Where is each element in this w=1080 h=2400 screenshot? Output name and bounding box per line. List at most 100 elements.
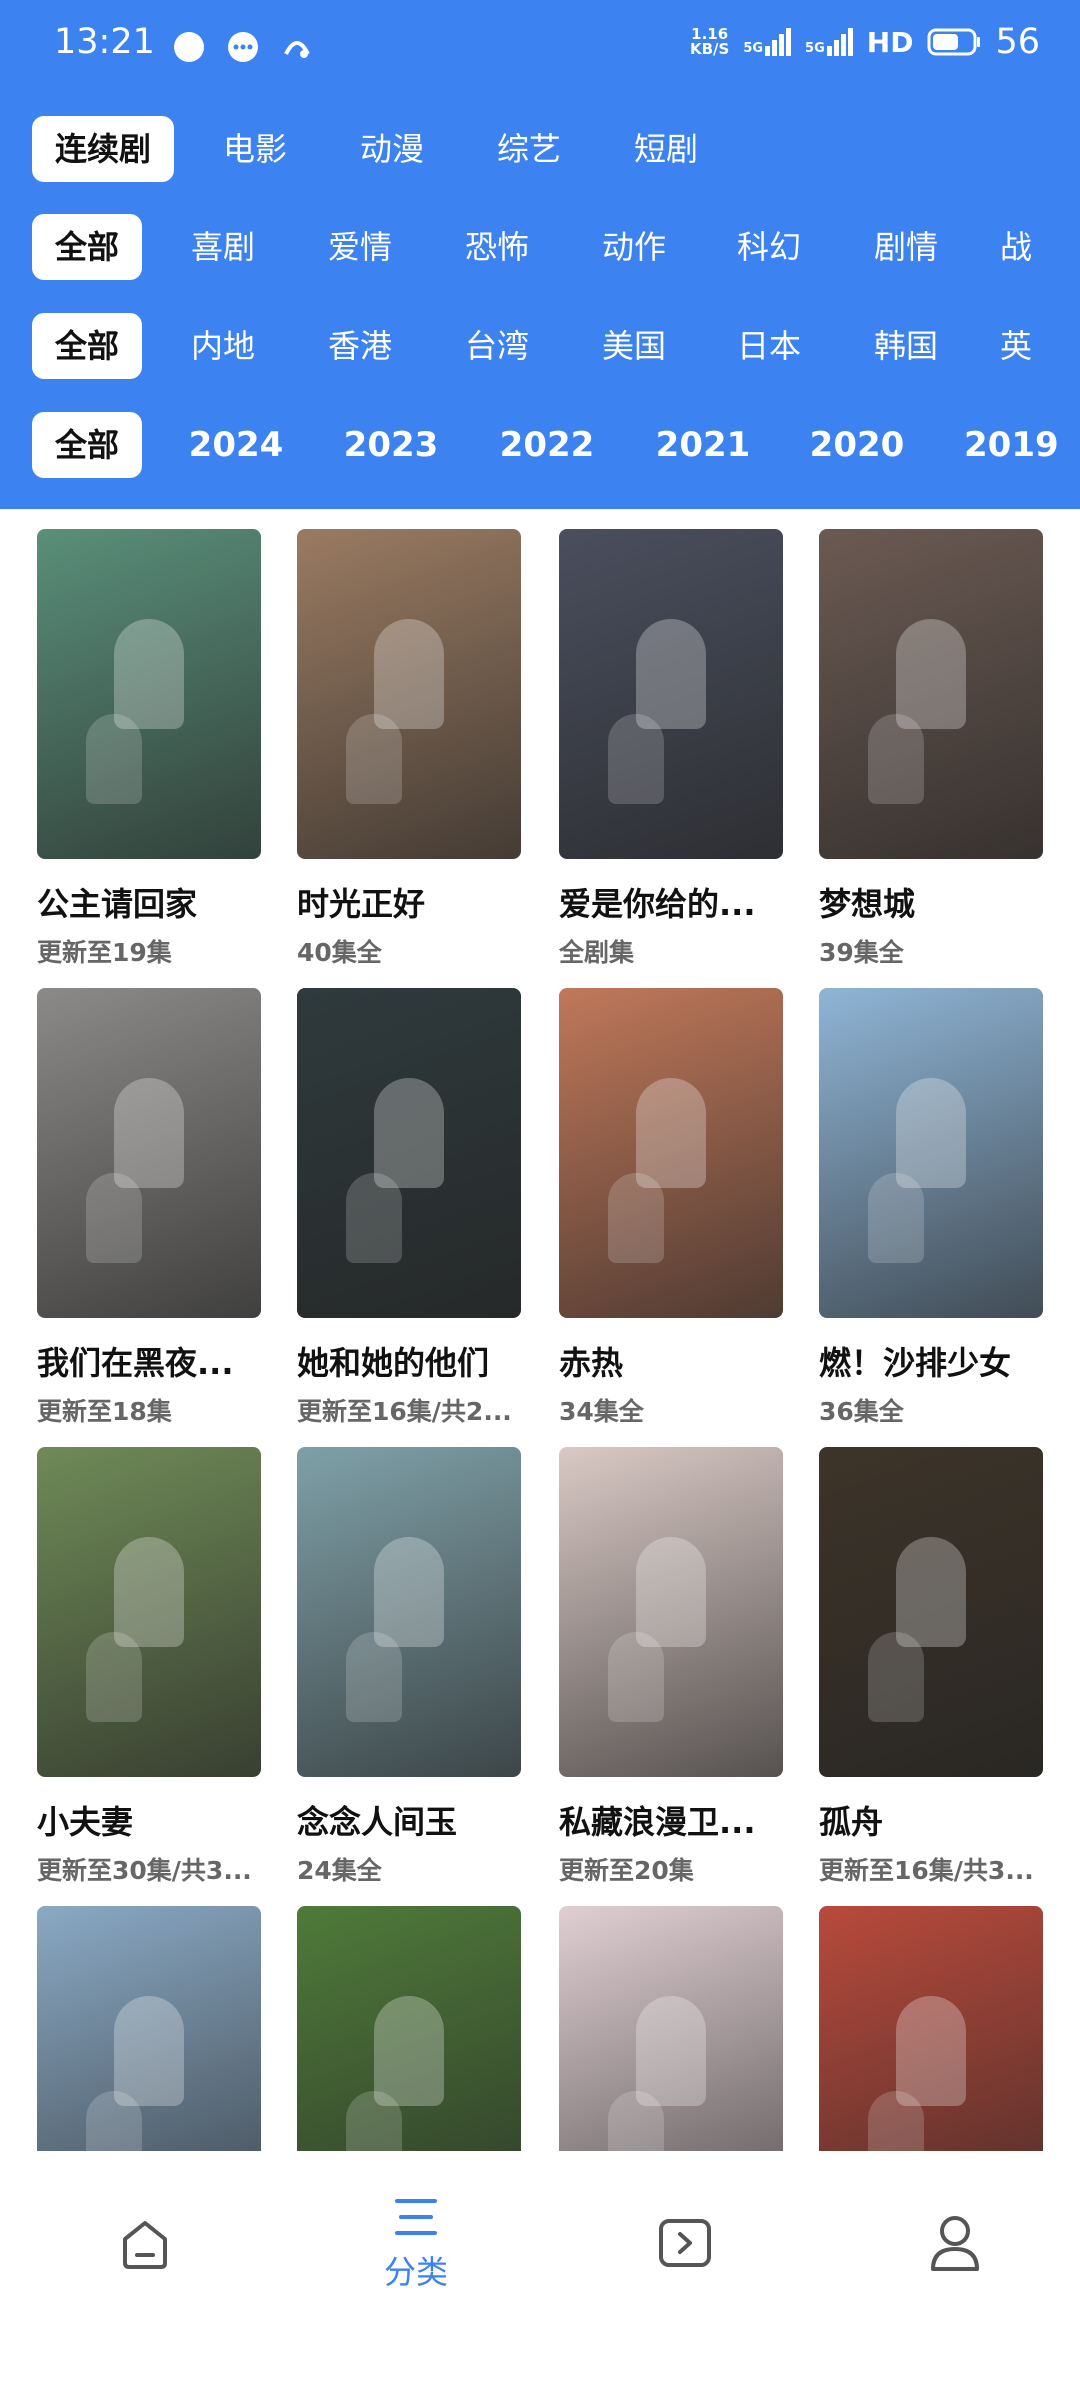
poster-figure	[374, 1537, 444, 1648]
poster-figure	[636, 1996, 706, 2107]
poster-figure	[636, 619, 706, 730]
poster-image[interactable]	[297, 988, 521, 1318]
poster-image[interactable]	[297, 1447, 521, 1777]
media-episode-status: 更新至16集/共2...	[297, 1397, 512, 1426]
region-uk[interactable]: 英	[1000, 313, 1060, 379]
genre-drama[interactable]: 剧情	[851, 214, 961, 280]
genre-war[interactable]: 战	[1000, 214, 1060, 280]
media-title: 小夫妻	[37, 1803, 134, 1841]
poster-image[interactable]	[819, 1906, 1043, 2151]
poster-image[interactable]	[559, 1906, 783, 2151]
media-title: 爱是你给的...	[559, 885, 756, 923]
media-title: 赤热	[559, 1344, 624, 1382]
region-filter: 全部 内地 香港 台湾 美国 日本 韩国 英	[0, 313, 1080, 379]
home-icon	[123, 2221, 167, 2269]
genre-romance[interactable]: 爱情	[305, 214, 415, 280]
poster-image[interactable]	[297, 529, 521, 859]
hd-icon: HD	[866, 25, 914, 59]
media-episode-status: 全剧集	[559, 938, 635, 967]
region-korea[interactable]: 韩国	[851, 313, 961, 379]
genre-all[interactable]: 全部	[32, 214, 142, 280]
media-title: 梦想城	[819, 885, 916, 923]
region-japan[interactable]: 日本	[714, 313, 824, 379]
year-2023[interactable]: 2023	[331, 412, 451, 478]
nav-category[interactable]: 分类	[356, 2195, 476, 2293]
media-episode-status: 36集全	[819, 1397, 904, 1426]
media-title: 念念人间玉	[297, 1803, 458, 1841]
media-title: 她和她的他们	[297, 1344, 490, 1382]
poster-figure	[114, 1537, 184, 1648]
tab-variety[interactable]: 综艺	[474, 116, 584, 182]
poster-figure	[896, 1996, 966, 2107]
status-bar: 13:21 1.16 KB/S 5G 5G HD 56	[0, 0, 1080, 92]
nav-category-label: 分类	[383, 2253, 448, 2291]
link-icon	[284, 41, 310, 58]
poster-image[interactable]	[37, 988, 261, 1318]
nav-profile[interactable]	[895, 2211, 1015, 2275]
media-episode-status: 39集全	[819, 938, 904, 967]
status-time: 13:21	[54, 22, 155, 62]
media-episode-status: 更新至16集/共3...	[819, 1856, 1034, 1885]
play-box-icon	[659, 2219, 711, 2267]
genre-comedy[interactable]: 喜剧	[168, 214, 278, 280]
signal-2-icon: 5G	[805, 28, 853, 56]
poster-figure	[114, 1996, 184, 2107]
category-menu-icon	[395, 2199, 437, 2235]
genre-horror[interactable]: 恐怖	[442, 214, 552, 280]
genre-action[interactable]: 动作	[579, 214, 689, 280]
poster-image[interactable]	[37, 529, 261, 859]
media-episode-status: 34集全	[559, 1397, 644, 1426]
filter-header: 13:21 1.16 KB/S 5G 5G HD 56 连续剧 电影 动漫 综艺…	[0, 0, 1080, 509]
media-episode-status: 更新至18集	[37, 1397, 172, 1426]
media-episode-status: 更新至20集	[559, 1856, 694, 1885]
year-2019[interactable]: 2019	[964, 412, 1064, 478]
media-title: 孤舟	[819, 1803, 884, 1841]
battery-icon	[927, 28, 981, 56]
poster-figure	[114, 1078, 184, 1189]
poster-image[interactable]	[559, 529, 783, 859]
poster-image[interactable]	[819, 988, 1043, 1318]
region-hongkong[interactable]: 香港	[305, 313, 415, 379]
poster-figure	[896, 1078, 966, 1189]
poster-figure	[636, 1078, 706, 1189]
poster-image[interactable]	[819, 1447, 1043, 1777]
category-tabs: 连续剧 电影 动漫 综艺 短剧	[0, 116, 1080, 182]
poster-image[interactable]	[297, 1906, 521, 2151]
year-2022[interactable]: 2022	[487, 412, 607, 478]
nav-video[interactable]	[625, 2213, 745, 2273]
signal-icon: 5G	[743, 28, 792, 56]
genre-scifi[interactable]: 科幻	[714, 214, 824, 280]
region-mainland[interactable]: 内地	[168, 313, 278, 379]
media-title: 我们在黑夜...	[37, 1344, 234, 1382]
year-all[interactable]: 全部	[32, 412, 142, 478]
region-taiwan[interactable]: 台湾	[442, 313, 552, 379]
poster-image[interactable]	[819, 529, 1043, 859]
tab-series[interactable]: 连续剧	[32, 116, 174, 182]
tab-short-drama[interactable]: 短剧	[611, 116, 721, 182]
poster-figure	[896, 619, 966, 730]
region-usa[interactable]: 美国	[579, 313, 689, 379]
poster-image[interactable]	[37, 1906, 261, 2151]
poster-image[interactable]	[559, 988, 783, 1318]
year-2020[interactable]: 2020	[797, 412, 917, 478]
poster-image[interactable]	[37, 1447, 261, 1777]
poster-image[interactable]	[559, 1447, 783, 1777]
year-filter: 全部 2024 2023 2022 2021 2020 2019	[0, 412, 1080, 478]
nav-home[interactable]	[85, 2213, 205, 2273]
media-title: 时光正好	[297, 885, 426, 923]
region-all[interactable]: 全部	[32, 313, 142, 379]
tab-movies[interactable]: 电影	[200, 116, 310, 182]
tab-anime[interactable]: 动漫	[337, 116, 447, 182]
poster-figure	[636, 1537, 706, 1648]
poster-figure	[374, 1078, 444, 1189]
media-title: 公主请回家	[37, 885, 198, 923]
network-speed: 1.16 KB/S	[689, 25, 730, 58]
year-2024[interactable]: 2024	[176, 412, 296, 478]
chat-icon	[228, 32, 258, 62]
user-icon	[931, 2216, 979, 2271]
poster-figure	[374, 619, 444, 730]
year-2021[interactable]: 2021	[643, 412, 763, 478]
bottom-navigation: 分类	[0, 2151, 1080, 2400]
poster-figure	[114, 619, 184, 730]
media-title: 私藏浪漫卫...	[559, 1803, 756, 1841]
